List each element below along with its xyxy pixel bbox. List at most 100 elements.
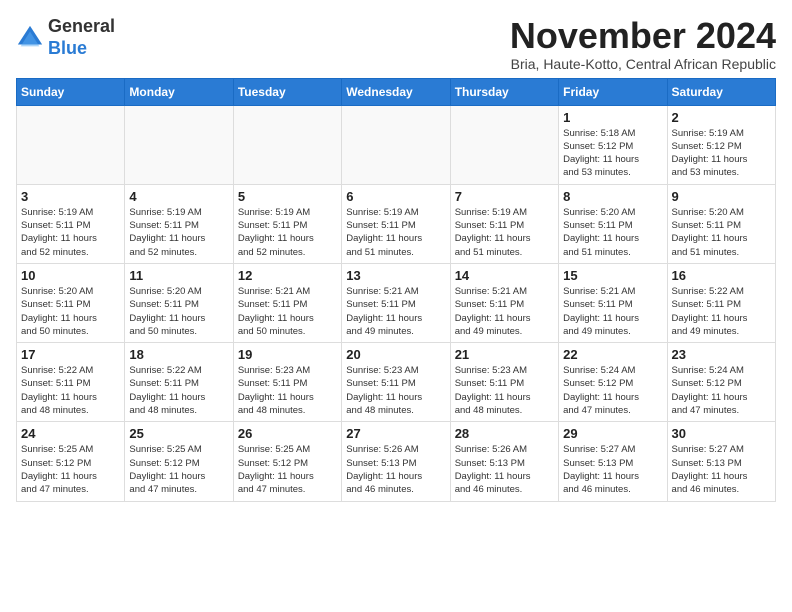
day-info: Sunrise: 5:18 AMSunset: 5:12 PMDaylight:… (563, 127, 662, 180)
day-number: 26 (238, 426, 337, 441)
day-info: Sunrise: 5:23 AMSunset: 5:11 PMDaylight:… (455, 364, 554, 417)
weekday-header: Saturday (667, 78, 775, 105)
day-info: Sunrise: 5:23 AMSunset: 5:11 PMDaylight:… (346, 364, 445, 417)
calendar-cell: 15Sunrise: 5:21 AMSunset: 5:11 PMDayligh… (559, 263, 667, 342)
day-info: Sunrise: 5:21 AMSunset: 5:11 PMDaylight:… (563, 285, 662, 338)
day-info: Sunrise: 5:22 AMSunset: 5:11 PMDaylight:… (672, 285, 771, 338)
day-number: 27 (346, 426, 445, 441)
day-info: Sunrise: 5:25 AMSunset: 5:12 PMDaylight:… (21, 443, 120, 496)
calendar-cell: 25 Sunrise: 5:25 AMSunset: 5:12 PMDayligh… (125, 422, 233, 501)
day-number: 13 (346, 268, 445, 283)
day-number: 17 (21, 347, 120, 362)
day-info: Sunrise: 5:21 AMSunset: 5:11 PMDaylight:… (238, 285, 337, 338)
day-info: Sunrise: 5:26 AMSunset: 5:13 PMDaylight:… (346, 443, 445, 496)
day-info: Sunrise: 5:20 AMSunset: 5:11 PMDaylight:… (672, 206, 771, 259)
calendar-cell: 7 Sunrise: 5:19 AMSunset: 5:11 PMDaylight… (450, 184, 558, 263)
calendar-cell: 12Sunrise: 5:21 AMSunset: 5:11 PMDayligh… (233, 263, 341, 342)
calendar-week-row: 1Sunrise: 5:18 AMSunset: 5:12 PMDaylight… (17, 105, 776, 184)
day-info: Sunrise: 5:19 AMSunset: 5:12 PMDaylight:… (672, 127, 771, 180)
calendar-cell: 2 Sunrise: 5:19 AMSunset: 5:12 PMDaylight… (667, 105, 775, 184)
day-info: Sunrise: 5:24 AMSunset: 5:12 PMDaylight:… (672, 364, 771, 417)
title-area: November 2024 Bria, Haute-Kotto, Central… (510, 16, 776, 72)
day-number: 21 (455, 347, 554, 362)
calendar-cell: 6 Sunrise: 5:19 AMSunset: 5:11 PMDaylight… (342, 184, 450, 263)
calendar-table: SundayMondayTuesdayWednesdayThursdayFrid… (16, 78, 776, 502)
calendar-cell: 14 Sunrise: 5:21 AMSunset: 5:11 PMDayligh… (450, 263, 558, 342)
day-number: 29 (563, 426, 662, 441)
day-info: Sunrise: 5:20 AMSunset: 5:11 PMDaylight:… (21, 285, 120, 338)
day-info: Sunrise: 5:19 AMSunset: 5:11 PMDaylight:… (129, 206, 228, 259)
day-info: Sunrise: 5:19 AMSunset: 5:11 PMDaylight:… (455, 206, 554, 259)
calendar-cell: 16 Sunrise: 5:22 AMSunset: 5:11 PMDayligh… (667, 263, 775, 342)
weekday-header: Monday (125, 78, 233, 105)
logo-icon (16, 24, 44, 52)
calendar-cell: 13 Sunrise: 5:21 AMSunset: 5:11 PMDayligh… (342, 263, 450, 342)
day-info: Sunrise: 5:19 AMSunset: 5:11 PMDaylight:… (21, 206, 120, 259)
calendar-cell: 29 Sunrise: 5:27 AMSunset: 5:13 PMDayligh… (559, 422, 667, 501)
day-info: Sunrise: 5:25 AMSunset: 5:12 PMDaylight:… (129, 443, 228, 496)
calendar-cell: 24Sunrise: 5:25 AMSunset: 5:12 PMDayligh… (17, 422, 125, 501)
calendar-cell: 23 Sunrise: 5:24 AMSunset: 5:12 PMDayligh… (667, 343, 775, 422)
calendar-cell (342, 105, 450, 184)
day-info: Sunrise: 5:22 AMSunset: 5:11 PMDaylight:… (129, 364, 228, 417)
day-info: Sunrise: 5:24 AMSunset: 5:12 PMDaylight:… (563, 364, 662, 417)
day-info: Sunrise: 5:25 AMSunset: 5:12 PMDaylight:… (238, 443, 337, 496)
day-number: 22 (563, 347, 662, 362)
calendar-cell (17, 105, 125, 184)
day-number: 11 (129, 268, 228, 283)
calendar-cell: 27 Sunrise: 5:26 AMSunset: 5:13 PMDayligh… (342, 422, 450, 501)
calendar-cell: 11Sunrise: 5:20 AMSunset: 5:11 PMDayligh… (125, 263, 233, 342)
day-number: 16 (672, 268, 771, 283)
calendar-cell: 20 Sunrise: 5:23 AMSunset: 5:11 PMDayligh… (342, 343, 450, 422)
day-number: 6 (346, 189, 445, 204)
day-info: Sunrise: 5:19 AMSunset: 5:11 PMDaylight:… (346, 206, 445, 259)
day-number: 20 (346, 347, 445, 362)
calendar-week-row: 17 Sunrise: 5:22 AMSunset: 5:11 PMDayligh… (17, 343, 776, 422)
logo-blue: Blue (48, 38, 87, 58)
calendar-cell: 26 Sunrise: 5:25 AMSunset: 5:12 PMDayligh… (233, 422, 341, 501)
calendar-cell: 10 Sunrise: 5:20 AMSunset: 5:11 PMDayligh… (17, 263, 125, 342)
day-info: Sunrise: 5:27 AMSunset: 5:13 PMDaylight:… (563, 443, 662, 496)
logo: General Blue (16, 16, 115, 59)
calendar-cell: 19Sunrise: 5:23 AMSunset: 5:11 PMDayligh… (233, 343, 341, 422)
weekday-header: Friday (559, 78, 667, 105)
day-number: 10 (21, 268, 120, 283)
day-info: Sunrise: 5:19 AMSunset: 5:11 PMDaylight:… (238, 206, 337, 259)
day-number: 18 (129, 347, 228, 362)
day-number: 7 (455, 189, 554, 204)
calendar-cell (125, 105, 233, 184)
calendar-cell: 17 Sunrise: 5:22 AMSunset: 5:11 PMDayligh… (17, 343, 125, 422)
day-number: 14 (455, 268, 554, 283)
logo-text: General Blue (48, 16, 115, 59)
calendar-cell (233, 105, 341, 184)
calendar-header-row: SundayMondayTuesdayWednesdayThursdayFrid… (17, 78, 776, 105)
calendar-cell: 21 Sunrise: 5:23 AMSunset: 5:11 PMDayligh… (450, 343, 558, 422)
weekday-header: Tuesday (233, 78, 341, 105)
day-info: Sunrise: 5:21 AMSunset: 5:11 PMDaylight:… (455, 285, 554, 338)
calendar-cell: 3Sunrise: 5:19 AMSunset: 5:11 PMDaylight… (17, 184, 125, 263)
calendar-cell: 30Sunrise: 5:27 AMSunset: 5:13 PMDayligh… (667, 422, 775, 501)
day-number: 2 (672, 110, 771, 125)
calendar-cell: 8Sunrise: 5:20 AMSunset: 5:11 PMDaylight… (559, 184, 667, 263)
day-number: 5 (238, 189, 337, 204)
day-info: Sunrise: 5:23 AMSunset: 5:11 PMDaylight:… (238, 364, 337, 417)
calendar-header: General Blue November 2024 Bria, Haute-K… (16, 16, 776, 72)
day-info: Sunrise: 5:21 AMSunset: 5:11 PMDaylight:… (346, 285, 445, 338)
day-number: 28 (455, 426, 554, 441)
calendar-cell: 1Sunrise: 5:18 AMSunset: 5:12 PMDaylight… (559, 105, 667, 184)
day-number: 23 (672, 347, 771, 362)
day-number: 9 (672, 189, 771, 204)
calendar-cell (450, 105, 558, 184)
calendar-cell: 9 Sunrise: 5:20 AMSunset: 5:11 PMDaylight… (667, 184, 775, 263)
day-number: 4 (129, 189, 228, 204)
day-info: Sunrise: 5:26 AMSunset: 5:13 PMDaylight:… (455, 443, 554, 496)
calendar-cell: 18 Sunrise: 5:22 AMSunset: 5:11 PMDayligh… (125, 343, 233, 422)
calendar-title: November 2024 (510, 16, 776, 56)
day-number: 25 (129, 426, 228, 441)
calendar-cell: 28 Sunrise: 5:26 AMSunset: 5:13 PMDayligh… (450, 422, 558, 501)
calendar-week-row: 10 Sunrise: 5:20 AMSunset: 5:11 PMDayligh… (17, 263, 776, 342)
weekday-header: Wednesday (342, 78, 450, 105)
day-number: 8 (563, 189, 662, 204)
day-number: 30 (672, 426, 771, 441)
day-info: Sunrise: 5:22 AMSunset: 5:11 PMDaylight:… (21, 364, 120, 417)
